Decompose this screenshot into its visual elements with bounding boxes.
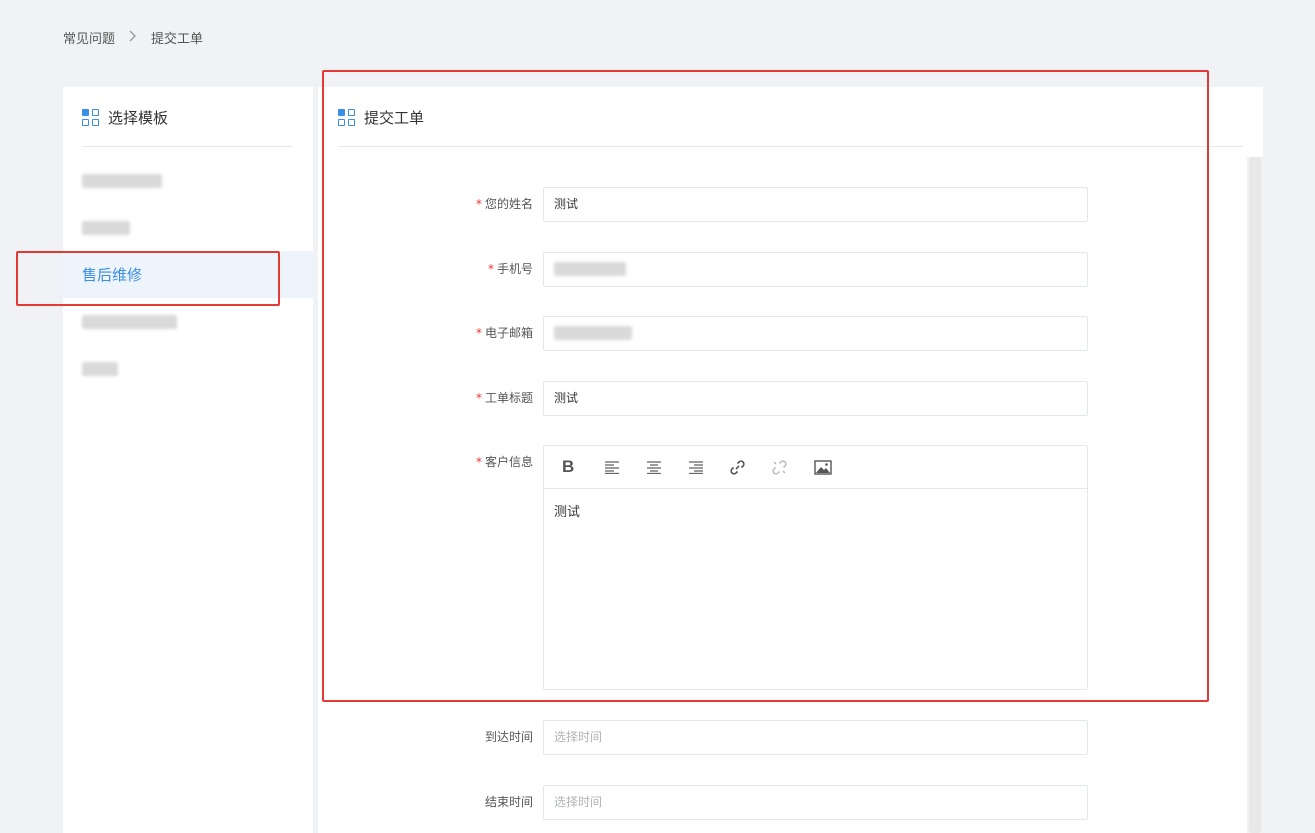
blurred-label (82, 220, 130, 235)
template-panel-title: 选择模板 (82, 107, 168, 128)
blurred-label (82, 314, 177, 329)
breadcrumb: 常见问题 提交工单 (63, 28, 203, 47)
end-time-label: 结束时间 (484, 795, 533, 809)
blurred-label (82, 173, 162, 188)
highlight-box (16, 251, 280, 306)
template-item[interactable] (63, 204, 313, 251)
scrollbar-thumb[interactable] (1249, 157, 1261, 833)
arrival-time-input[interactable]: 选择时间 (543, 720, 1088, 755)
grid-icon (82, 109, 99, 126)
breadcrumb-item-submit: 提交工单 (151, 32, 204, 47)
template-panel-title-text: 选择模板 (108, 109, 169, 127)
template-item[interactable] (63, 157, 313, 204)
template-item[interactable] (63, 345, 313, 392)
highlight-box (322, 70, 1209, 702)
blurred-label (82, 361, 118, 376)
arrival-time-label: 到达时间 (484, 730, 533, 744)
divider (82, 146, 293, 147)
template-panel: 选择模板 售后维修 (63, 87, 313, 833)
scrollbar[interactable] (1247, 157, 1263, 833)
breadcrumb-item-faq[interactable]: 常见问题 (63, 28, 115, 47)
breadcrumb-separator (129, 30, 137, 46)
end-time-input[interactable]: 选择时间 (543, 785, 1088, 820)
